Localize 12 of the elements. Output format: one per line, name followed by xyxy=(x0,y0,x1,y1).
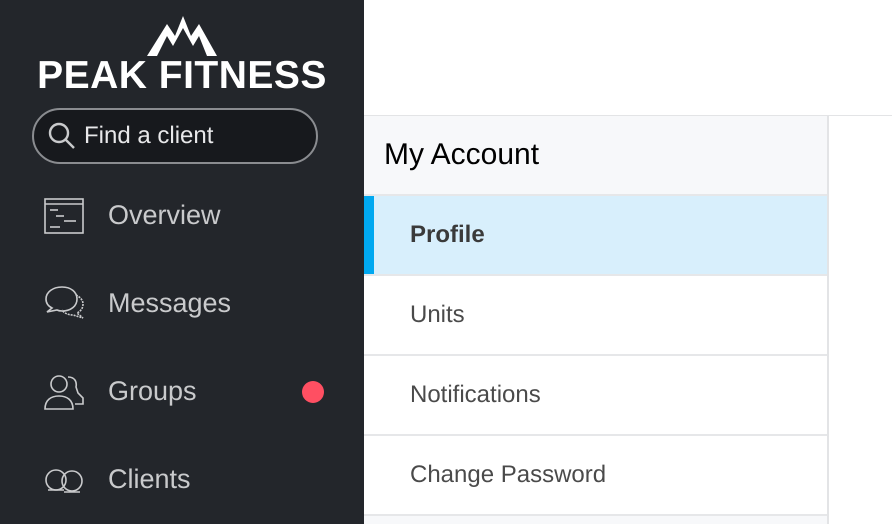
sidebar-item[interactable]: Clients xyxy=(0,436,364,524)
people-icon xyxy=(44,372,84,411)
search-field[interactable]: Find a client xyxy=(32,108,318,164)
sidebar-item[interactable]: Groups xyxy=(0,348,364,436)
search-icon xyxy=(48,122,76,150)
panel-title: My Account xyxy=(364,116,827,196)
brand-name: PEAK FITNESS xyxy=(37,56,327,96)
menu-item[interactable]: Profile xyxy=(364,196,827,276)
window-icon xyxy=(44,198,84,234)
sidebar-item[interactable]: Overview xyxy=(0,172,364,260)
sidebar-item[interactable]: Messages xyxy=(0,260,364,348)
mountain-logo-icon xyxy=(147,16,217,56)
